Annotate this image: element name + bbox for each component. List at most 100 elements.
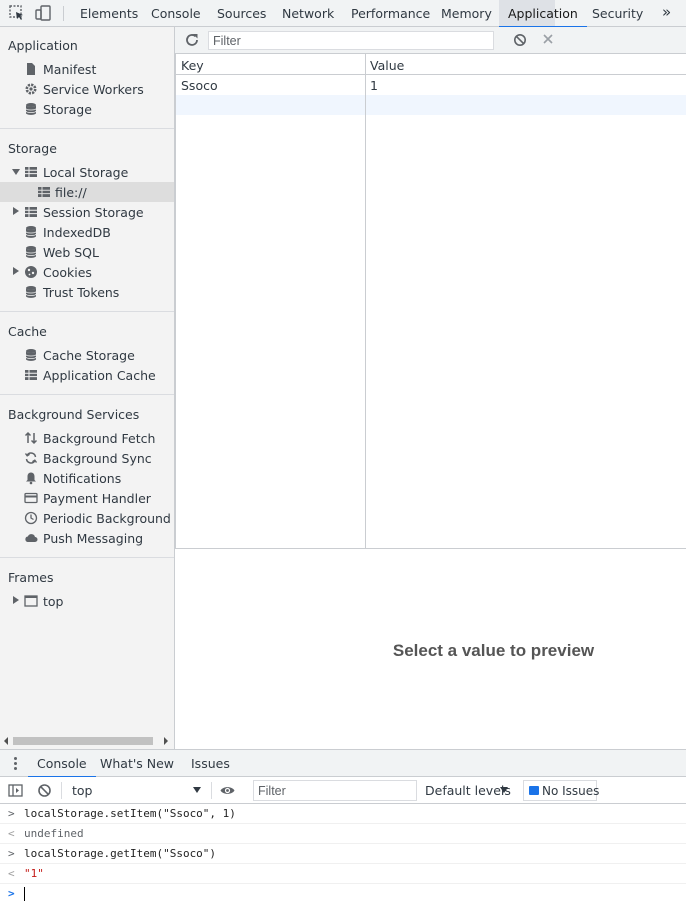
column-divider[interactable]	[365, 54, 366, 549]
console-result: undefined	[24, 827, 84, 840]
refresh-icon[interactable]	[184, 32, 200, 48]
cell-value: 1	[370, 78, 378, 93]
sidebar-item-notifications[interactable]: Notifications	[0, 468, 174, 488]
sidebar-item-label: Web SQL	[43, 245, 99, 260]
sync-icon	[24, 452, 38, 464]
sidebar-item-service-workers[interactable]: Service Workers	[0, 79, 174, 99]
sidebar-item-label: Storage	[43, 102, 92, 117]
console-prompt[interactable]: >	[0, 884, 686, 904]
sidebar-item-periodic-background-sync[interactable]: Periodic Background Syn	[0, 508, 174, 528]
sidebar-item-label: Session Storage	[43, 205, 144, 220]
console-input-line[interactable]: > localStorage.getItem("Ssoco")	[0, 844, 686, 864]
chevron-down-icon[interactable]	[500, 787, 508, 793]
collapsed-arrow-icon[interactable]	[13, 207, 19, 215]
console-filter-input[interactable]	[253, 780, 417, 801]
scroll-left-icon[interactable]	[4, 737, 8, 745]
column-header-value[interactable]: Value	[370, 58, 404, 73]
storage-toolbar	[175, 27, 686, 54]
delete-selected-icon[interactable]	[541, 32, 555, 46]
sidebar-item-local-storage-file[interactable]: file://	[0, 182, 174, 202]
sidebar-item-background-sync[interactable]: Background Sync	[0, 448, 174, 468]
console-sidebar-toggle-icon[interactable]	[8, 783, 23, 798]
sidebar-item-session-storage[interactable]: Session Storage	[0, 202, 174, 222]
storage-filter-input[interactable]	[208, 31, 494, 50]
section-divider	[0, 394, 174, 395]
tab-application[interactable]: Application	[499, 0, 587, 28]
log-levels-dropdown[interactable]: Default levels	[425, 783, 511, 798]
database-icon	[25, 226, 37, 238]
device-toolbar-icon[interactable]	[34, 4, 52, 22]
console-result-line[interactable]: < undefined	[0, 824, 686, 844]
tab-sources[interactable]: Sources	[217, 0, 266, 27]
sidebar-item-push-messaging[interactable]: Push Messaging	[0, 528, 174, 548]
input-chevron-icon: >	[8, 847, 15, 860]
sidebar-item-label: file://	[55, 185, 87, 200]
clear-console-icon[interactable]	[37, 783, 52, 798]
clock-icon	[24, 511, 38, 525]
collapsed-arrow-icon[interactable]	[13, 267, 19, 275]
sidebar-item-local-storage[interactable]: Local Storage	[0, 162, 174, 182]
inspect-element-icon[interactable]	[8, 4, 26, 22]
console-command: localStorage.getItem("Ssoco")	[24, 847, 217, 860]
console-output[interactable]: > localStorage.setItem("Ssoco", 1) < und…	[0, 804, 686, 909]
cloud-icon	[25, 534, 38, 542]
more-tabs-icon[interactable]: »	[662, 3, 671, 21]
database-icon	[25, 103, 37, 115]
sidebar-item-indexeddb[interactable]: IndexedDB	[0, 222, 174, 242]
drawer-menu-icon[interactable]	[14, 757, 18, 771]
drawer-tab-issues[interactable]: Issues	[191, 756, 230, 771]
expanded-arrow-icon[interactable]	[12, 169, 20, 175]
scrollbar-thumb[interactable]	[13, 737, 153, 745]
result-chevron-icon: <	[8, 827, 15, 840]
sidebar-item-cookies[interactable]: Cookies	[0, 262, 174, 282]
toolbar-divider	[61, 782, 62, 799]
console-result-line[interactable]: < "1"	[0, 864, 686, 884]
preview-placeholder: Select a value to preview	[392, 641, 595, 660]
clear-all-icon[interactable]	[513, 33, 527, 47]
frame-icon	[24, 595, 38, 607]
message-icon	[529, 786, 539, 795]
section-divider	[0, 128, 174, 129]
sidebar-item-label: Cache Storage	[43, 348, 135, 363]
column-header-key[interactable]: Key	[181, 58, 204, 73]
sidebar-item-manifest[interactable]: Manifest	[0, 59, 174, 79]
live-expression-eye-icon[interactable]	[220, 783, 235, 798]
sidebar-item-label: top	[43, 594, 64, 609]
issues-counter-button[interactable]: No Issues	[523, 780, 599, 801]
input-chevron-icon: >	[8, 807, 15, 820]
card-icon	[24, 492, 38, 504]
sidebar-item-label: Payment Handler	[43, 491, 151, 506]
prompt-chevron-icon: >	[8, 887, 15, 900]
sidebar-item-trust-tokens[interactable]: Trust Tokens	[0, 282, 174, 302]
database-icon	[25, 349, 37, 361]
drawer-tab-whats-new[interactable]: What's New	[100, 756, 174, 771]
drawer-tab-console[interactable]: Console	[28, 756, 96, 778]
tab-network[interactable]: Network	[282, 0, 334, 27]
console-input-line[interactable]: > localStorage.setItem("Ssoco", 1)	[0, 804, 686, 824]
sidebar-item-frame-top[interactable]: top	[0, 591, 174, 611]
table-row[interactable]: Ssoco 1	[176, 75, 686, 95]
table-row-new-entry[interactable]	[176, 95, 686, 115]
sidebar-item-payment-handler[interactable]: Payment Handler	[0, 488, 174, 508]
sidebar-item-web-sql[interactable]: Web SQL	[0, 242, 174, 262]
tab-security[interactable]: Security	[592, 0, 643, 27]
chevron-down-icon[interactable]	[193, 787, 201, 793]
gear-icon	[25, 83, 37, 95]
sidebar-item-cache-storage[interactable]: Cache Storage	[0, 345, 174, 365]
table-icon	[25, 207, 37, 217]
tab-performance[interactable]: Performance	[351, 0, 430, 27]
console-toolbar: top Default levels No Issues	[0, 777, 686, 804]
sidebar-item-storage[interactable]: Storage	[0, 99, 174, 119]
sidebar-item-background-fetch[interactable]: Background Fetch	[0, 428, 174, 448]
tab-console[interactable]: Console	[151, 0, 201, 27]
sidebar-item-application-cache[interactable]: Application Cache	[0, 365, 174, 385]
tab-memory[interactable]: Memory	[441, 0, 492, 27]
tab-elements[interactable]: Elements	[80, 0, 138, 27]
collapsed-arrow-icon[interactable]	[13, 596, 19, 604]
toolbar-divider	[63, 6, 64, 21]
sidebar-item-label: Manifest	[43, 62, 97, 77]
sidebar-horizontal-scrollbar[interactable]	[0, 733, 174, 749]
section-divider	[0, 311, 174, 312]
context-selector-value[interactable]: top	[72, 783, 92, 798]
scroll-right-icon[interactable]	[164, 737, 168, 745]
